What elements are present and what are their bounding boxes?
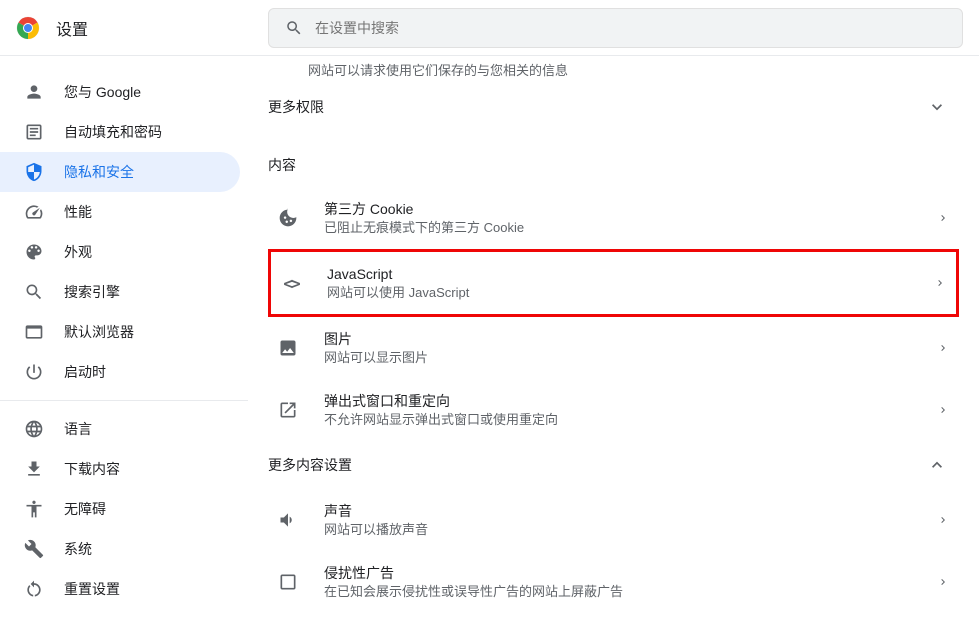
sidebar-item-on-startup[interactable]: 启动时 xyxy=(0,352,240,392)
setting-desc: 网站可以播放声音 xyxy=(324,521,937,539)
sidebar-item-label: 重置设置 xyxy=(64,579,120,599)
wrench-icon xyxy=(24,539,44,559)
sound-icon xyxy=(278,510,298,530)
sidebar-item-label: 系统 xyxy=(64,539,92,559)
globe-icon xyxy=(24,419,44,439)
setting-title: 侵扰性广告 xyxy=(324,563,937,583)
search-icon xyxy=(285,19,303,37)
download-icon xyxy=(24,459,44,479)
sidebar-item-reset[interactable]: 重置设置 xyxy=(0,569,240,609)
sidebar-item-performance[interactable]: 性能 xyxy=(0,192,240,232)
arrow-right-icon xyxy=(937,576,949,588)
more-permissions-header[interactable]: 更多权限 xyxy=(268,83,959,131)
search-box[interactable] xyxy=(268,8,963,48)
sidebar-item-default-browser[interactable]: 默认浏览器 xyxy=(0,312,240,352)
sidebar-item-label: 无障碍 xyxy=(64,499,106,519)
setting-row-ads[interactable]: 侵扰性广告 在已知会展示侵扰性或误导性广告的网站上屏蔽广告 xyxy=(268,551,959,613)
arrow-right-icon xyxy=(937,514,949,526)
setting-title: 第三方 Cookie xyxy=(324,199,937,219)
search-input[interactable] xyxy=(315,20,946,36)
code-icon: <> xyxy=(283,274,298,293)
section-title: 更多权限 xyxy=(268,97,324,117)
setting-title: 声音 xyxy=(324,501,937,521)
chrome-logo-icon xyxy=(16,16,40,40)
content-section-label: 内容 xyxy=(268,131,959,187)
sidebar-item-appearance[interactable]: 外观 xyxy=(0,232,240,272)
accessibility-icon xyxy=(24,499,44,519)
arrow-right-icon xyxy=(937,404,949,416)
section-title: 更多内容设置 xyxy=(268,455,352,475)
sidebar-item-accessibility[interactable]: 无障碍 xyxy=(0,489,240,529)
image-icon xyxy=(278,338,298,358)
setting-title: 图片 xyxy=(324,329,937,349)
sidebar-item-label: 您与 Google xyxy=(64,82,141,102)
sidebar-item-label: 性能 xyxy=(64,202,92,222)
sidebar-item-downloads[interactable]: 下载内容 xyxy=(0,449,240,489)
setting-desc: 在已知会展示侵扰性或误导性广告的网站上屏蔽广告 xyxy=(324,583,937,601)
reset-icon xyxy=(24,579,44,599)
sidebar-item-label: 启动时 xyxy=(64,362,106,382)
sidebar-item-label: 默认浏览器 xyxy=(64,322,134,342)
sidebar-item-label: 自动填充和密码 xyxy=(64,122,162,142)
popup-icon xyxy=(278,400,298,420)
setting-row-images[interactable]: 图片 网站可以显示图片 xyxy=(268,317,959,379)
sidebar-item-label: 搜索引擎 xyxy=(64,282,120,302)
cookie-icon xyxy=(278,208,298,228)
sidebar-item-label: 外观 xyxy=(64,242,92,262)
browser-icon xyxy=(24,322,44,342)
setting-desc: 网站可以使用 JavaScript xyxy=(327,284,934,302)
setting-desc: 已阻止无痕模式下的第三方 Cookie xyxy=(324,219,937,237)
more-content-header[interactable]: 更多内容设置 xyxy=(268,441,959,489)
performance-icon xyxy=(24,202,44,222)
setting-row-javascript[interactable]: <> JavaScript 网站可以使用 JavaScript xyxy=(271,256,956,310)
setting-row-popups[interactable]: 弹出式窗口和重定向 不允许网站显示弹出式窗口或使用重定向 xyxy=(268,379,959,441)
sidebar-divider xyxy=(0,400,248,401)
page-title: 设置 xyxy=(56,16,88,40)
setting-desc: 网站可以显示图片 xyxy=(324,349,937,367)
setting-row-sound[interactable]: 声音 网站可以播放声音 xyxy=(268,489,959,551)
person-icon xyxy=(24,82,44,102)
search-icon xyxy=(24,282,44,302)
sidebar-item-label: 下载内容 xyxy=(64,459,120,479)
sidebar-item-languages[interactable]: 语言 xyxy=(0,409,240,449)
shield-icon xyxy=(24,162,44,182)
setting-desc: 不允许网站显示弹出式窗口或使用重定向 xyxy=(324,411,937,429)
highlight-box: <> JavaScript 网站可以使用 JavaScript xyxy=(268,249,959,317)
chevron-up-icon xyxy=(927,455,947,475)
sidebar-item-privacy[interactable]: 隐私和安全 xyxy=(0,152,240,192)
setting-row-cookies[interactable]: 第三方 Cookie 已阻止无痕模式下的第三方 Cookie xyxy=(268,187,959,249)
sidebar-item-autofill[interactable]: 自动填充和密码 xyxy=(0,112,240,152)
arrow-right-icon xyxy=(937,342,949,354)
arrow-right-icon xyxy=(934,277,946,289)
ads-icon xyxy=(278,572,298,592)
header: 设置 xyxy=(0,0,979,56)
sidebar-item-label: 隐私和安全 xyxy=(64,162,134,182)
power-icon xyxy=(24,362,44,382)
content-area: 网站可以请求使用它们保存的与您相关的信息 更多权限 内容 第三方 Cookie … xyxy=(248,56,979,624)
sidebar-item-system[interactable]: 系统 xyxy=(0,529,240,569)
setting-title: 弹出式窗口和重定向 xyxy=(324,391,937,411)
truncated-text: 网站可以请求使用它们保存的与您相关的信息 xyxy=(268,56,959,83)
setting-title: JavaScript xyxy=(327,264,934,284)
sidebar-item-you-and-google[interactable]: 您与 Google xyxy=(0,72,240,112)
sidebar-item-search-engine[interactable]: 搜索引擎 xyxy=(0,272,240,312)
sidebar: 您与 Google 自动填充和密码 隐私和安全 性能 外观 搜索引擎 默认浏览器 xyxy=(0,56,248,624)
arrow-right-icon xyxy=(937,212,949,224)
palette-icon xyxy=(24,242,44,262)
chevron-down-icon xyxy=(927,97,947,117)
sidebar-item-label: 语言 xyxy=(64,419,92,439)
autofill-icon xyxy=(24,122,44,142)
